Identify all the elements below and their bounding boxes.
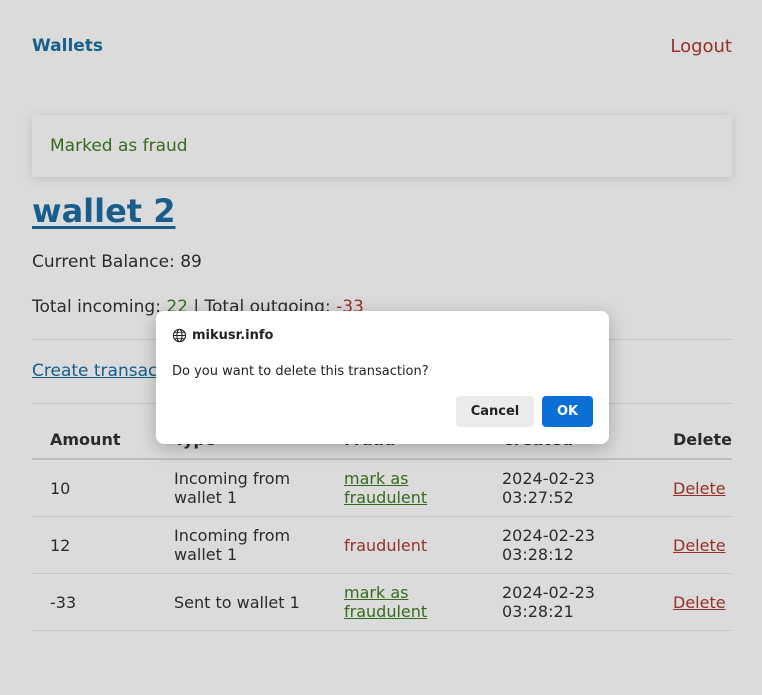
dialog-origin-text: mikusr.info <box>192 328 274 343</box>
ok-button[interactable]: OK <box>542 396 593 427</box>
page: Wallets Logout Marked as fraud wallet 2 … <box>0 0 762 695</box>
dialog-message: Do you want to delete this transaction? <box>172 364 429 379</box>
cancel-button[interactable]: Cancel <box>456 396 534 427</box>
confirm-dialog: mikusr.info Do you want to delete this t… <box>156 311 609 444</box>
dialog-origin: mikusr.info <box>172 328 273 343</box>
globe-icon <box>172 328 187 343</box>
